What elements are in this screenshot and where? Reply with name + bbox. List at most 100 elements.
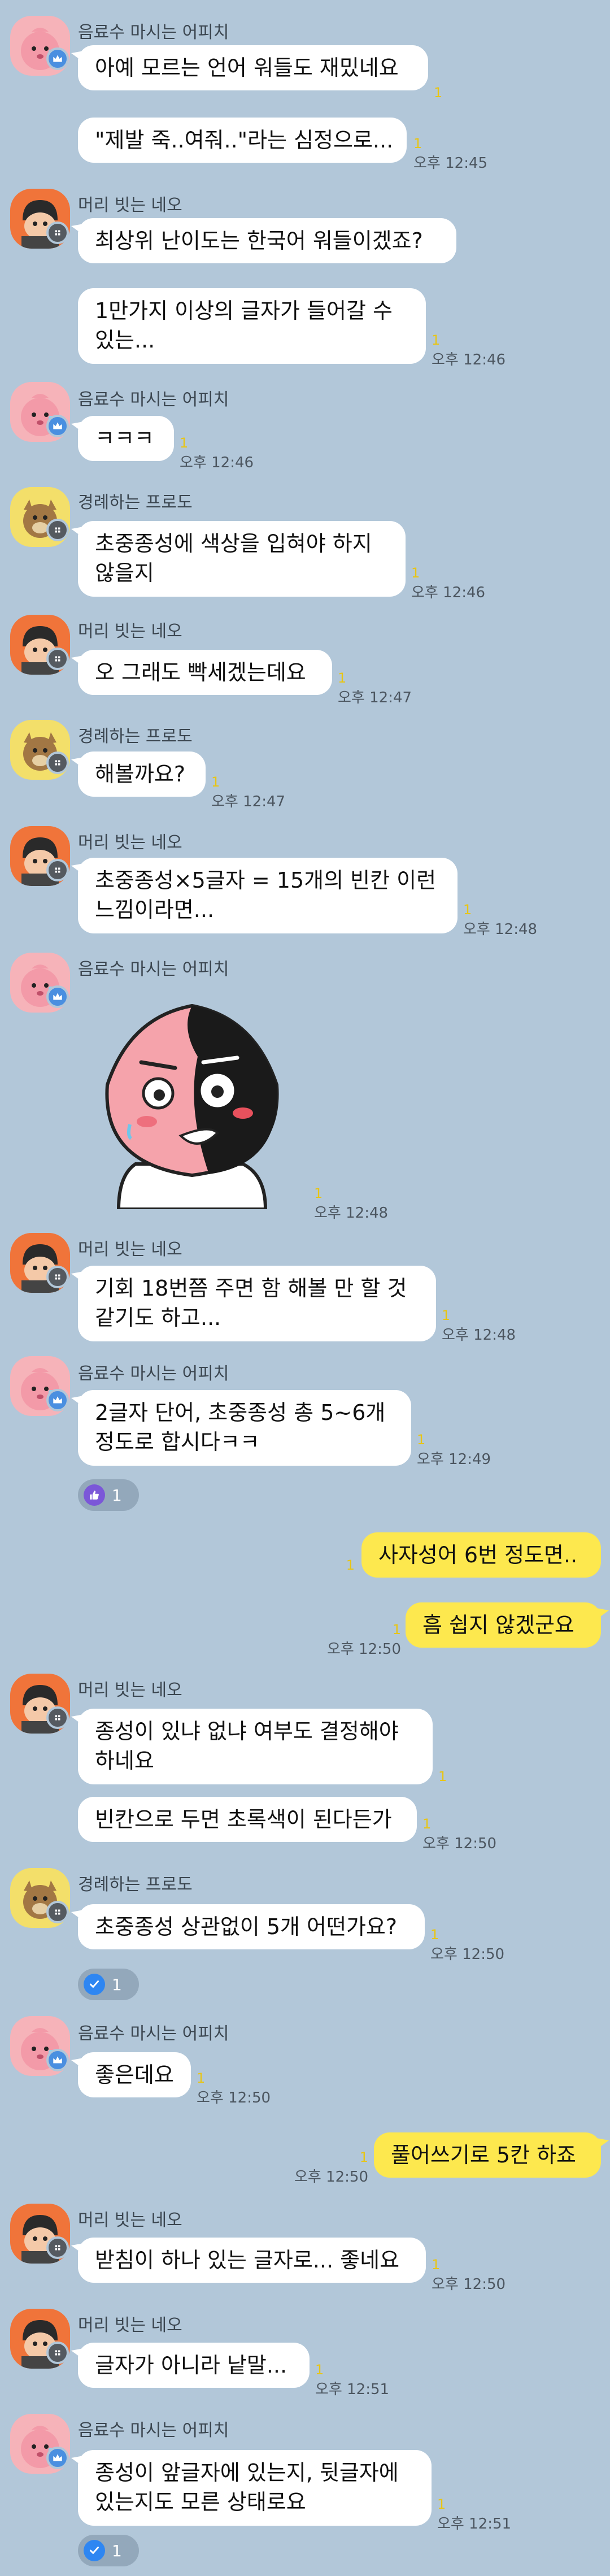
message-text: 받침이 하나 있는 글자로... 좋네요 <box>95 2248 400 2273</box>
message-bubble[interactable]: 받침이 하나 있는 글자로... 좋네요 <box>78 2238 426 2283</box>
message-text: "제발 죽..여줘.."라는 심정으로... <box>95 128 394 153</box>
sender-name: 경례하는 프로도 <box>78 493 193 512</box>
message-line: 종성이 앞글자에 있는지, 뒷글자에 <box>95 2460 399 2485</box>
message-meta: 1 오후 12:50 <box>430 1927 505 1963</box>
message-bubble[interactable]: 종성이 앞글자에 있는지, 뒷글자에 있는지도 모른 상태로요 <box>78 2450 432 2526</box>
sender-name: 경례하는 프로도 <box>78 727 193 746</box>
message-bubble[interactable]: 2글자 단어, 초중종성 총 5~6개 정도로 합시다ㅋㅋ <box>78 1390 411 1466</box>
timestamp: 오후 12:50 <box>294 2169 368 2186</box>
message-bubble[interactable]: 1만가지 이상의 글자가 들어갈 수 있는... <box>78 288 426 364</box>
message-text: 초중종성 상관없이 5개 어떤가요? <box>95 1914 398 1939</box>
message-bubble[interactable]: 해볼까요? <box>78 751 206 797</box>
message-bubble[interactable]: 좋은데요 <box>78 2052 191 2097</box>
message-text: 사자성어 6번 정도면.. <box>378 1543 578 1567</box>
reaction-count: 1 <box>112 1485 122 1505</box>
bubble-tail <box>71 2456 84 2467</box>
timestamp: 오후 12:50 <box>422 1835 497 1852</box>
bubble-tail <box>71 2058 84 2069</box>
reaction-count: 1 <box>112 1975 122 1994</box>
reaction-chip[interactable]: 1 <box>78 1969 139 2000</box>
message-line: 1만가지 이상의 글자가 들어갈 수 <box>95 298 393 323</box>
message-line: 느낌이라면... <box>95 897 215 922</box>
message-meta: 1 오후 12:45 <box>413 136 488 172</box>
message-bubble[interactable]: 빈칸으로 두면 초록색이 된다든가 <box>78 1797 417 1842</box>
sender-name: 머리 빗는 네오 <box>78 833 182 853</box>
message-bubble[interactable]: 초중종성 상관없이 5개 어떤가요? <box>78 1904 425 1949</box>
check-icon <box>84 2540 105 2561</box>
profile-badge-icon <box>46 1901 69 1923</box>
message-line: 하네요 <box>95 1748 154 1773</box>
bubble-tail <box>71 2243 84 2254</box>
message-bubble[interactable]: 최상위 난이도는 한국어 워들이겠죠? <box>78 218 456 263</box>
timestamp: 오후 12:46 <box>411 584 486 601</box>
timestamp: 오후 12:48 <box>442 1327 516 1344</box>
unread-count: 1 <box>438 1769 447 1784</box>
sender-name: 머리 빗는 네오 <box>78 2210 182 2230</box>
timestamp: 오후 12:50 <box>430 1946 505 1963</box>
profile-badge-icon <box>46 1266 69 1288</box>
reaction-chip[interactable]: 1 <box>78 2535 139 2566</box>
my-message-bubble[interactable]: 사자성어 6번 정도면.. <box>361 1532 601 1578</box>
message-bubble[interactable]: 오 그래도 빡세겠는데요 <box>78 650 332 695</box>
timestamp: 오후 12:50 <box>326 1641 401 1658</box>
message-line: 초중종성에 색상을 입혀야 하지 <box>95 531 372 556</box>
profile-badge-icon <box>46 221 69 244</box>
timestamp: 오후 12:46 <box>432 351 506 368</box>
my-message-bubble[interactable]: 풀어쓰기로 5칸 하죠 <box>374 2132 601 2178</box>
sender-name: 머리 빗는 네오 <box>78 2316 182 2335</box>
sender-name: 음료수 마시는 어피치 <box>78 390 229 410</box>
bubble-tail <box>71 863 84 875</box>
crown-icon <box>46 1389 69 1411</box>
message-line: 같기도 하고... <box>95 1305 221 1330</box>
message-meta: 1 오후 12:49 <box>417 1432 491 1468</box>
message-bubble[interactable]: ㅋㅋㅋ <box>78 416 174 461</box>
bubble-tail <box>71 1910 84 1921</box>
message-meta: 1 오후 12:50 <box>197 2070 271 2106</box>
timestamp: 오후 12:48 <box>463 921 538 938</box>
message-text: 해볼까요? <box>95 762 186 787</box>
crown-icon <box>46 2447 69 2469</box>
reaction-count: 1 <box>112 2541 122 2560</box>
message-bubble[interactable]: 기회 18번쯤 주면 함 해볼 만 할 것 같기도 하고... <box>78 1266 436 1341</box>
message-line: 초중종성×5글자 = 15개의 빈칸 이런 <box>95 868 437 893</box>
my-message-bubble[interactable]: 흠 쉽지 않겠군요 <box>406 1602 601 1648</box>
message-meta: 1 오후 12:47 <box>211 774 286 810</box>
profile-badge-icon <box>46 2342 69 2364</box>
message-text: 글자가 아니라 낱말... <box>95 2353 287 2378</box>
message-bubble[interactable]: 종성이 있냐 없냐 여부도 결정해야 하네요 <box>78 1709 433 1784</box>
timestamp: 오후 12:51 <box>437 2516 512 2532</box>
message-bubble[interactable]: 글자가 아니라 낱말... <box>78 2343 310 2388</box>
sender-name: 머리 빗는 네오 <box>78 622 182 641</box>
message-text: 좋은데요 <box>95 2062 174 2087</box>
message-line: 정도로 합시다ㅋㅋ <box>95 1430 260 1454</box>
message-bubble[interactable]: 아예 모르는 언어 워들도 재밌네요 <box>78 45 428 90</box>
message-text: ㅋㅋㅋ <box>95 426 154 451</box>
message-bubble[interactable]: 초중종성×5글자 = 15개의 빈칸 이런느낌이라면... <box>78 858 457 933</box>
crown-icon <box>46 47 69 70</box>
timestamp: 오후 12:45 <box>413 155 488 172</box>
profile-badge-icon <box>46 1706 69 1729</box>
timestamp: 오후 12:48 <box>314 1205 389 1222</box>
timestamp: 오후 12:47 <box>338 689 412 706</box>
profile-badge-icon <box>46 751 69 774</box>
bubble-tail <box>596 1608 609 1619</box>
sender-name: 음료수 마시는 어피치 <box>78 2024 229 2044</box>
message-text: 흠 쉽지 않겠군요 <box>422 1613 574 1637</box>
sender-name: 머리 빗는 네오 <box>78 1240 182 1259</box>
profile-badge-icon <box>46 859 69 881</box>
message-line: 않을지 <box>95 561 154 585</box>
sender-name: 머리 빗는 네오 <box>78 1680 182 1700</box>
bubble-tail <box>71 2348 84 2360</box>
message-meta: 1 오후 12:48 <box>314 1185 389 1222</box>
bubble-tail <box>71 51 84 62</box>
bubble-tail <box>71 1271 84 1283</box>
check-icon <box>84 1974 105 1995</box>
timestamp: 오후 12:50 <box>197 2090 271 2106</box>
emoticon-sticker[interactable] <box>96 994 288 1209</box>
bubble-tail <box>596 2138 609 2149</box>
message-bubble[interactable]: 초중종성에 색상을 입혀야 하지않을지 <box>78 521 406 597</box>
timestamp: 오후 12:51 <box>315 2381 390 2398</box>
reaction-chip[interactable]: 1 <box>78 1479 139 1511</box>
message-bubble[interactable]: "제발 죽..여줘.."라는 심정으로... <box>78 118 407 163</box>
timestamp: 오후 12:49 <box>417 1451 491 1468</box>
